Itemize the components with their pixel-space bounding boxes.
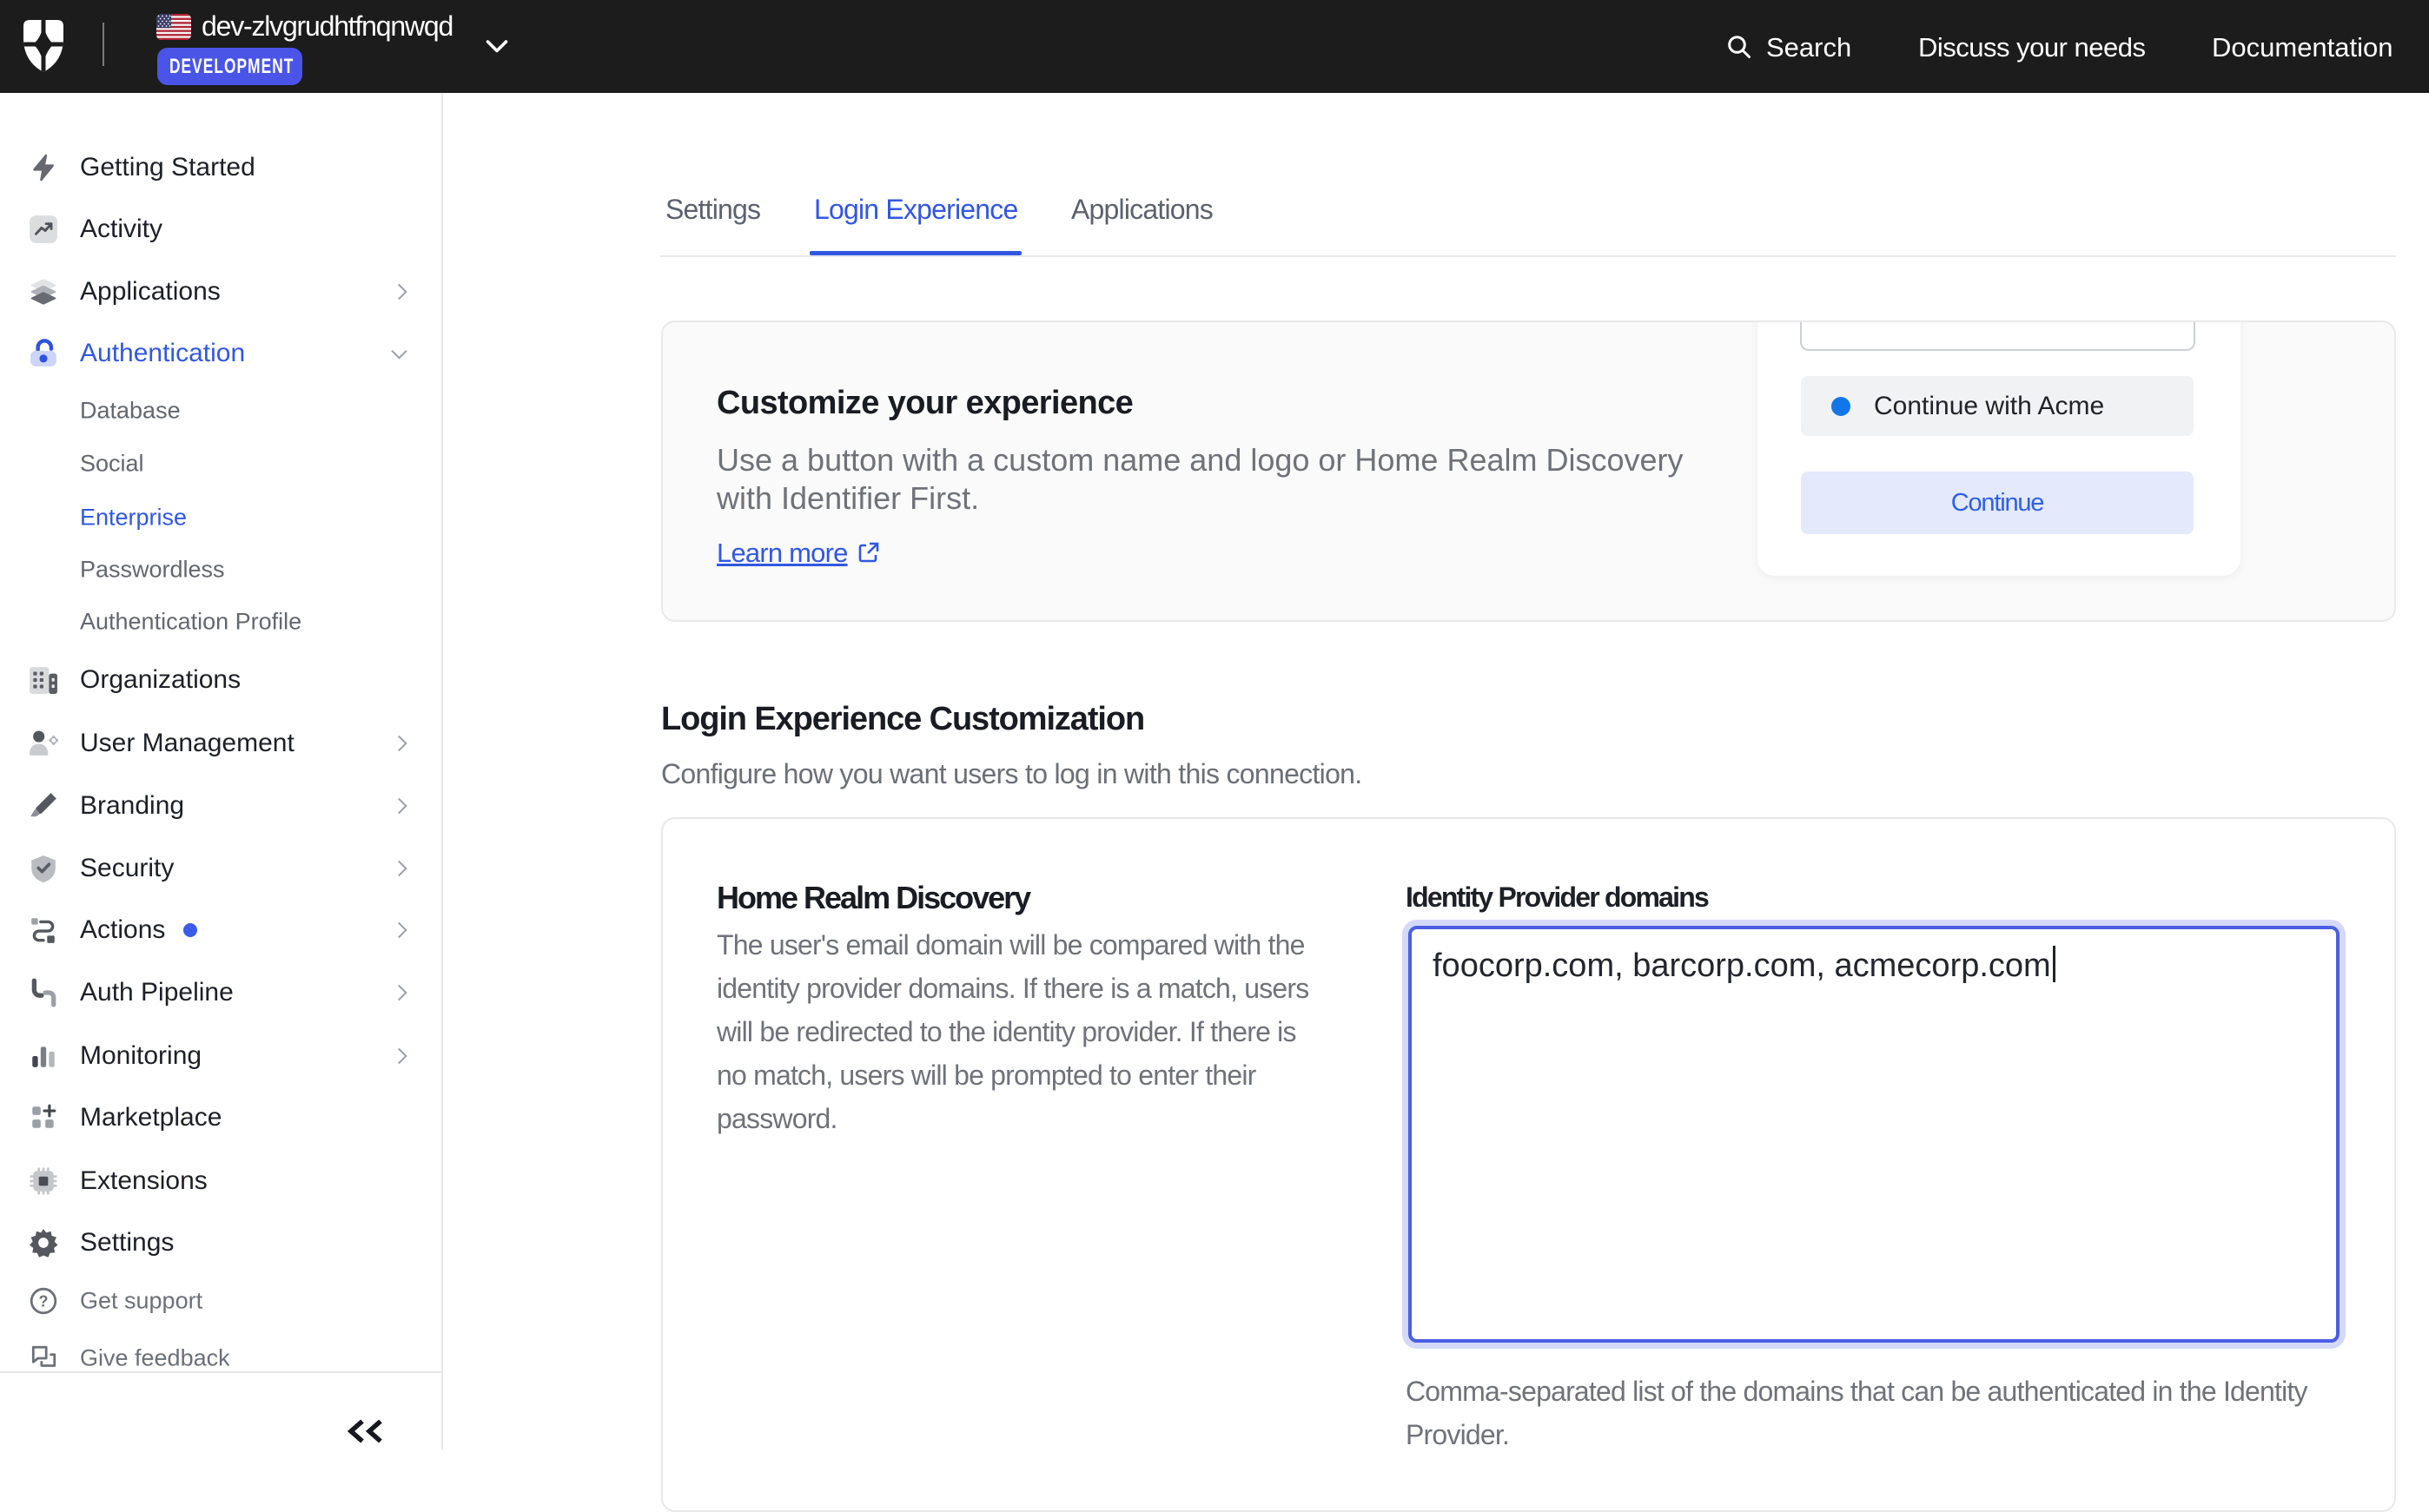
svg-text:?: ? (38, 1292, 48, 1310)
